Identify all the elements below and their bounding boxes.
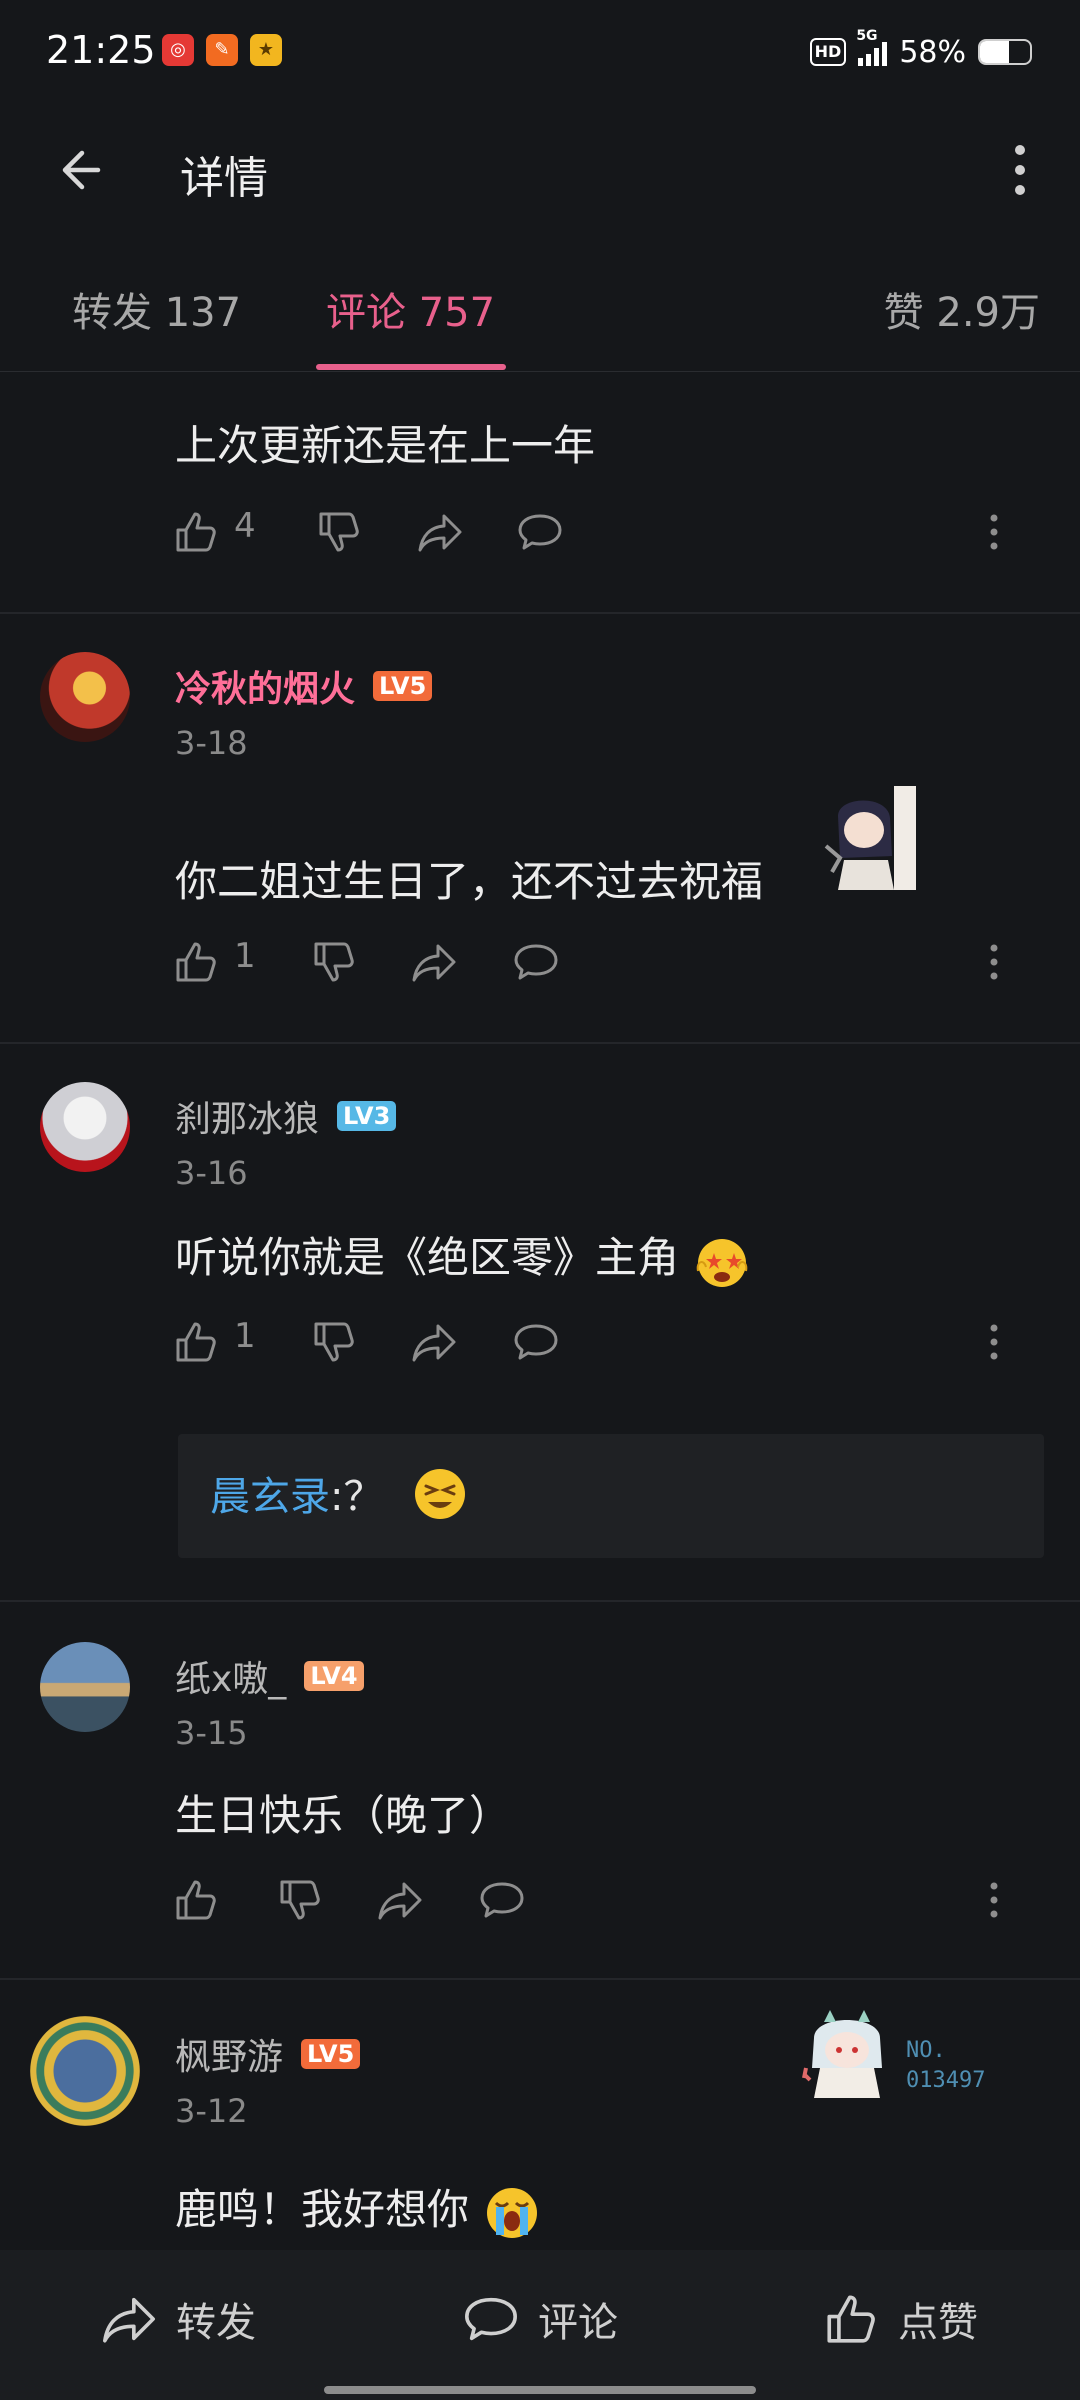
share-icon[interactable] [376,1876,424,1924]
starstruck-emoji-icon [697,1238,748,1287]
like-count: 1 [234,1316,256,1356]
comment-button[interactable]: 评论 [462,2290,618,2348]
tab-comments[interactable]: 评论 757 [326,280,495,338]
tab-reposts[interactable]: 转发 137 [72,280,241,338]
comment-icon [465,2297,517,2341]
status-indicators: HD 5G 58% [809,28,1032,74]
comment-date: 3-12 [175,2092,248,2130]
repost-label: 转发 [176,2300,256,2346]
comment-actions: 1 [170,1310,1050,1370]
comment-text: 听说你就是《绝区零》主角 [175,1224,752,1291]
app-notification-icon: ✎ [206,34,238,66]
dislike-icon[interactable] [310,938,358,986]
share-icon[interactable] [410,1318,458,1366]
reply-icon[interactable] [512,1318,560,1366]
divider [0,1600,1080,1602]
repost-button[interactable]: 转发 [100,2290,256,2348]
avatar[interactable] [40,1642,130,1732]
comment-label: 评论 [538,2300,618,2346]
comment-user: 冷秋的烟火 LV5 [175,660,433,712]
like-button[interactable]: 点赞 [822,2290,978,2348]
like-count: 1 [234,936,256,976]
comment-text: 你二姐过生日了，还不过去祝福 [175,857,764,906]
avatar[interactable] [40,652,130,742]
netease-music-icon: ◎ [162,34,194,66]
username[interactable]: 冷秋的烟火 [175,660,355,712]
comment-actions: 1 [170,930,1050,990]
hd-icon: HD [809,38,847,66]
reply-icon[interactable] [516,508,564,556]
level-badge: LV3 [337,1101,397,1131]
status-time: 21:25 [46,28,156,72]
fan-badge-character-icon [802,2010,882,2098]
comment-actions: 4 [170,500,1050,560]
like-count: 4 [234,506,256,546]
comment-user: 刹那冰狼 LV3 [175,1090,397,1142]
reply-username[interactable]: 晨玄录 [210,1474,330,1520]
app-notification-icon-2: ★ [250,34,282,66]
comment-text: 鹿鸣！我好想你 [175,2176,542,2243]
thumbs-up-icon [827,2295,875,2343]
comment-text: 生日快乐（晚了） [175,1791,512,1840]
status-bar: 21:25 ◎ ✎ ★ HD 5G 58% [0,0,1080,110]
divider [0,612,1080,614]
username[interactable]: 枫野游 [175,2028,283,2080]
home-indicator[interactable] [324,2386,756,2394]
comment-more-icon[interactable] [970,1876,1018,1924]
reply-text: :？ [330,1474,384,1520]
comment-text: 上次更新还是在上一年 [175,421,596,470]
divider [0,1042,1080,1044]
more-options-icon[interactable] [998,138,1042,202]
comment-more-icon[interactable] [970,508,1018,556]
repost-icon [103,2297,155,2343]
avatar[interactable] [40,1082,130,1172]
comment-date: 3-15 [175,1714,248,1752]
tab-bar: 转发 137 评论 757 赞 2.9万 [0,250,1080,372]
page-title: 详情 [180,153,268,204]
comment-user: 枫野游 LV5 [175,2028,361,2080]
fan-badge-number: NO. 013497 [906,2038,986,2093]
divider [0,1978,1080,1980]
grinning-squint-emoji-icon [415,1469,466,1519]
reply-icon[interactable] [512,938,560,986]
dislike-icon[interactable] [315,508,363,556]
crying-emoji-icon [487,2187,538,2238]
reply-preview[interactable]: 晨玄录:？ [178,1434,1044,1558]
comment-actions [170,1868,1050,1928]
like-icon[interactable] [172,1318,220,1366]
like-icon[interactable] [172,508,220,556]
back-arrow-icon[interactable] [54,140,114,200]
battery-percent: 58% [899,34,966,70]
signal-icon: 5G [856,28,888,66]
like-label: 点赞 [898,2300,978,2346]
share-icon[interactable] [410,938,458,986]
app-header: 详情 [0,110,1080,230]
comment-more-icon[interactable] [970,1318,1018,1366]
sticker-image [824,786,916,890]
active-tab-indicator [316,364,506,370]
comment-date: 3-18 [175,724,248,762]
level-badge: LV4 [304,1661,364,1691]
avatar-with-frame[interactable] [30,2016,140,2126]
level-badge: LV5 [301,2039,361,2069]
dislike-icon[interactable] [310,1318,358,1366]
tab-likes[interactable]: 赞 2.9万 [884,280,1040,338]
comment-user: 纸x嗷_ LV4 [175,1650,364,1702]
share-icon[interactable] [416,508,464,556]
like-icon[interactable] [172,938,220,986]
reply-icon[interactable] [478,1876,526,1924]
comment-date: 3-16 [175,1154,248,1192]
like-icon[interactable] [172,1876,220,1924]
dislike-icon[interactable] [276,1876,324,1924]
username[interactable]: 纸x嗷_ [175,1650,286,1702]
comment-more-icon[interactable] [970,938,1018,986]
bottom-action-bar: 转发 评论 点赞 [0,2250,1080,2400]
username[interactable]: 刹那冰狼 [175,1090,319,1142]
level-badge: LV5 [373,671,433,701]
battery-icon [978,39,1032,65]
